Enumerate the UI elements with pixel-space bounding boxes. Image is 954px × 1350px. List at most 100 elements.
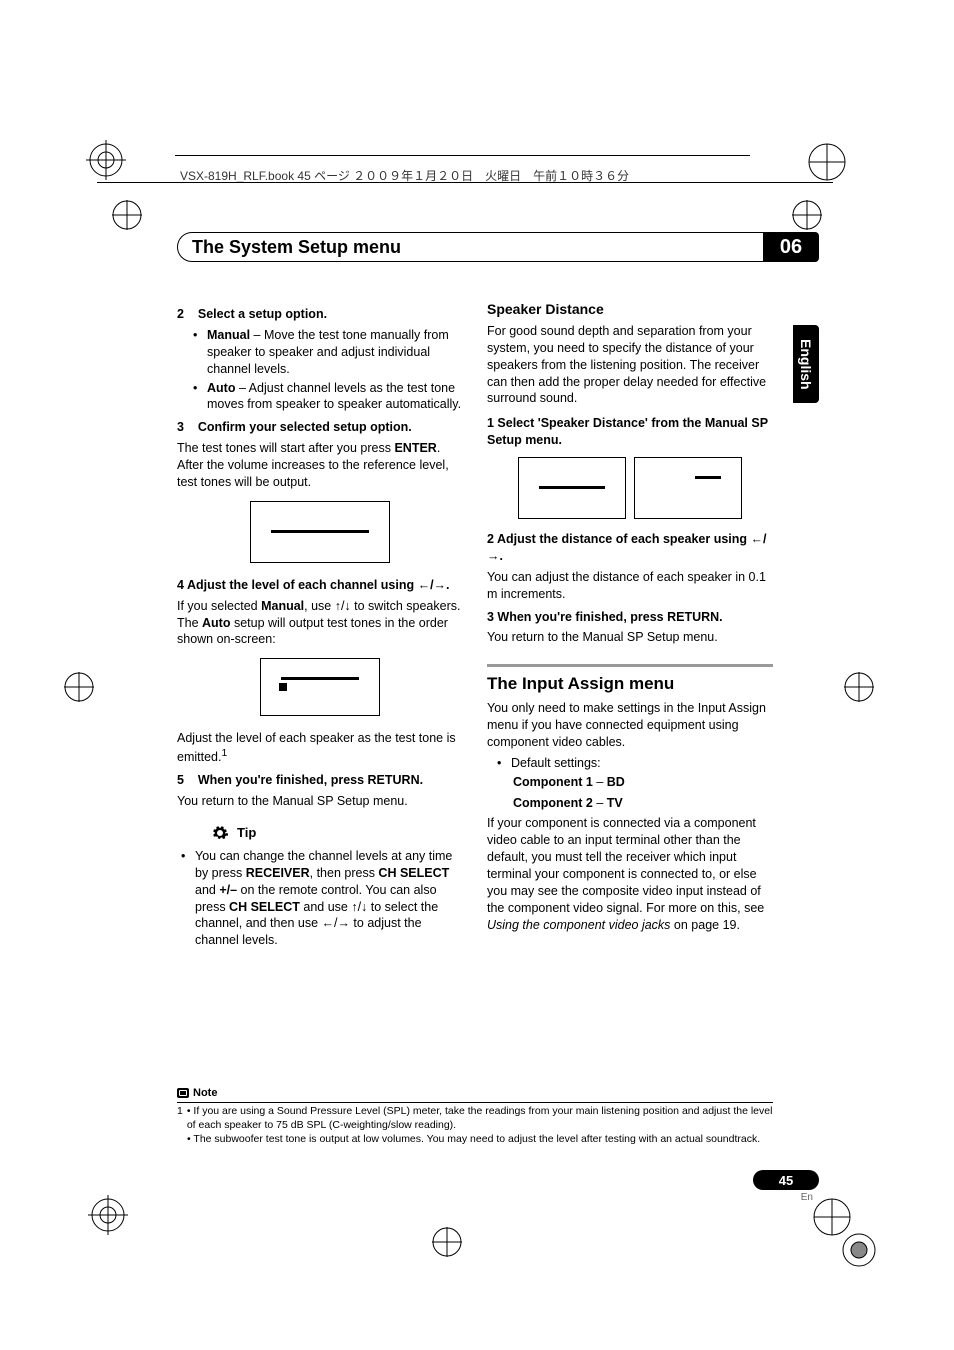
tip-label: Tip: [237, 824, 256, 842]
step-heading: 4 Adjust the level of each channel using…: [177, 577, 463, 594]
section-title: The Input Assign menu: [487, 673, 773, 696]
crop-mark-icon: [62, 670, 96, 704]
body-text: Adjust the level of each speaker as the …: [177, 730, 463, 766]
bullet-label: Manual: [207, 328, 250, 342]
text: , then press: [310, 866, 379, 880]
text-bold: Auto: [202, 616, 230, 630]
text-bold: TV: [607, 796, 623, 810]
chapter-title: The System Setup menu: [177, 232, 765, 262]
crop-mark-icon: [805, 140, 849, 184]
left-column: 2 Select a setup option. • Manual – Move…: [177, 300, 463, 951]
bullet-text: Auto – Adjust channel levels as the test…: [207, 380, 463, 414]
text-bold: CH SELECT: [378, 866, 449, 880]
body-text: You can adjust the distance of each spea…: [487, 569, 773, 603]
tip-text: You can change the channel levels at any…: [195, 848, 463, 949]
body-text: You return to the Manual SP Setup menu.: [487, 629, 773, 646]
body-text: The test tones will start after you pres…: [177, 440, 463, 491]
note-label: Note: [193, 1086, 217, 1100]
bullet-dot: •: [181, 848, 189, 949]
bullet-item: • Manual – Move the test tone manually f…: [177, 327, 463, 378]
crop-mark-icon: [86, 140, 126, 180]
note-icon: [177, 1088, 189, 1098]
step-num: 3: [177, 420, 184, 434]
step-heading: 2 Select a setup option.: [177, 306, 463, 323]
page-number-badge: 45 En: [753, 1170, 819, 1203]
text-italic: Using the component video jacks: [487, 918, 670, 932]
footnote-text: • If you are using a Sound Pressure Leve…: [187, 1105, 773, 1132]
text-bold: Manual: [261, 599, 304, 613]
text-bold: BD: [607, 775, 625, 789]
footnote-ref: 1: [177, 1105, 183, 1132]
figure-placeholder: [518, 457, 626, 519]
chapter-number: 06: [763, 232, 819, 262]
text-bold: RECEIVER: [246, 866, 310, 880]
page-number: 45: [753, 1170, 819, 1190]
page-lang: En: [753, 1192, 819, 1203]
crop-mark-icon: [110, 198, 144, 232]
bullet-text: Manual – Move the test tone manually fro…: [207, 327, 463, 378]
component-line: Component 2 – TV: [487, 795, 773, 812]
figure-pair: [487, 457, 773, 519]
step-heading: 1 Select 'Speaker Distance' from the Man…: [487, 415, 773, 449]
component-line: Component 1 – BD: [487, 774, 773, 791]
step-heading: 2 Adjust the distance of each speaker us…: [487, 531, 773, 565]
bullet-item: • Auto – Adjust channel levels as the te…: [177, 380, 463, 414]
text-bold: Component 2: [513, 796, 593, 810]
body-text: If you selected Manual, use ↑/↓ to switc…: [177, 598, 463, 649]
bullet-item: • Default settings:: [487, 755, 773, 772]
tip-bullet: • You can change the channel levels at a…: [177, 848, 463, 949]
text-bold: Component 1: [513, 775, 593, 789]
crop-mark-icon: [842, 670, 876, 704]
step-text: Select a setup option.: [198, 307, 327, 321]
text: –: [593, 796, 607, 810]
bullet-dot: •: [497, 755, 505, 772]
text-bold: +/–: [219, 883, 237, 897]
text: and: [195, 883, 219, 897]
bullet-dot: •: [193, 380, 201, 414]
section-heading: Speaker Distance: [487, 300, 773, 319]
step-heading: 3 When you're finished, press RETURN.: [487, 609, 773, 626]
body-text: If your component is connected via a com…: [487, 815, 773, 933]
crop-mark-icon: [88, 1195, 128, 1235]
text: The test tones will start after you pres…: [177, 441, 394, 455]
footnote-ref: 1: [221, 748, 227, 759]
note-heading: Note: [177, 1086, 773, 1103]
footnote-text: • The subwoofer test tone is output at l…: [187, 1133, 760, 1147]
step-heading: 5 When you're finished, press RETURN.: [177, 772, 463, 789]
bullet-label: Auto: [207, 381, 235, 395]
text: If you selected: [177, 599, 261, 613]
language-tab: English: [793, 325, 819, 403]
body-text: For good sound depth and separation from…: [487, 323, 773, 407]
bullet-dot: •: [193, 327, 201, 378]
chapter-title-bar: The System Setup menu 06: [177, 230, 819, 264]
gear-icon: [211, 824, 229, 842]
text: –: [593, 775, 607, 789]
crop-mark-icon: [839, 1230, 879, 1270]
text-bold: ENTER: [394, 441, 436, 455]
section-divider: [487, 664, 773, 667]
step-text: When you're finished, press RETURN.: [198, 773, 423, 787]
bullet-text: Default settings:: [511, 755, 601, 772]
right-column: Speaker Distance For good sound depth an…: [487, 300, 773, 951]
text: If your component is connected via a com…: [487, 816, 764, 914]
step-heading: 3 Confirm your selected setup option.: [177, 419, 463, 436]
footnote-line: 1 • If you are using a Sound Pressure Le…: [177, 1105, 773, 1132]
header-rule: [97, 182, 833, 183]
text: on page 19.: [670, 918, 740, 932]
step-num: 5: [177, 773, 184, 787]
text-bold: CH SELECT: [229, 900, 300, 914]
body-text: You only need to make settings in the In…: [487, 700, 773, 751]
footnote-line: • The subwoofer test tone is output at l…: [177, 1133, 773, 1147]
figure-placeholder: [260, 658, 380, 716]
figure-placeholder: [250, 501, 390, 563]
figure-placeholder: [634, 457, 742, 519]
note-block: Note 1 • If you are using a Sound Pressu…: [177, 1086, 773, 1146]
body-text: You return to the Manual SP Setup menu.: [177, 793, 463, 810]
step-num: 2: [177, 307, 184, 321]
crop-mark-icon: [790, 198, 824, 232]
step-text: Confirm your selected setup option.: [198, 420, 412, 434]
header-rule: [175, 155, 750, 156]
text: Adjust the level of each speaker as the …: [177, 731, 456, 764]
tip-heading: Tip: [211, 824, 463, 842]
bullet-desc: – Adjust channel levels as the test tone…: [207, 381, 461, 412]
